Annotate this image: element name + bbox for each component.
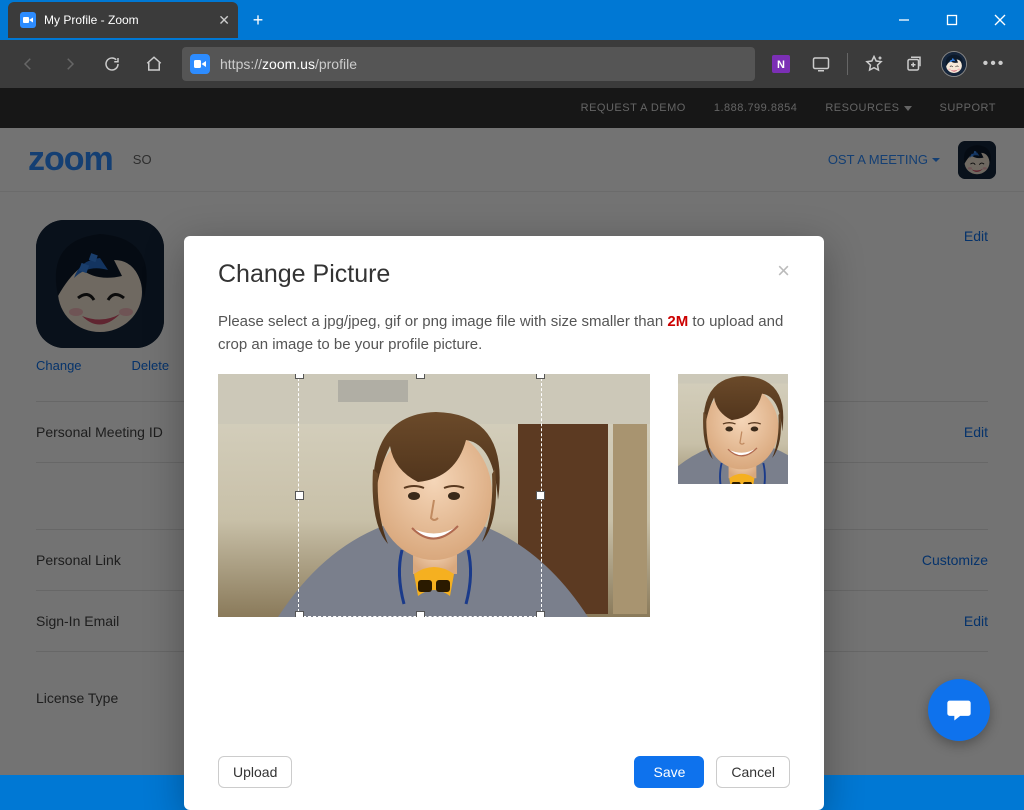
url-scheme: https:// [220, 56, 262, 72]
collections-icon[interactable] [896, 46, 932, 82]
crop-handle-n[interactable] [416, 374, 425, 379]
crop-handle-ne[interactable] [536, 374, 545, 379]
refresh-button[interactable] [92, 44, 132, 84]
media-cast-icon[interactable] [803, 46, 839, 82]
close-tab-icon[interactable]: ✕ [218, 12, 230, 29]
change-picture-modal: Change Picture × Please select a jpg/jpe… [184, 236, 824, 810]
maximize-button[interactable] [928, 0, 976, 40]
chat-bubble-button[interactable] [928, 679, 990, 741]
url-text: https://zoom.us/profile [220, 56, 357, 72]
crop-handle-sw[interactable] [295, 611, 304, 617]
svg-text:N: N [777, 59, 785, 71]
modal-title: Change Picture [218, 260, 390, 289]
url-domain: zoom.us [262, 56, 315, 72]
forward-button[interactable] [50, 44, 90, 84]
profile-avatar-icon[interactable] [936, 46, 972, 82]
crop-handle-se[interactable] [536, 611, 545, 617]
modal-header: Change Picture × [184, 236, 824, 299]
desc-part1: Please select a jpg/jpeg, gif or png ima… [218, 313, 667, 330]
crop-selection[interactable] [298, 374, 542, 617]
window-controls [880, 0, 1024, 40]
site-favicon-icon [190, 54, 210, 74]
onenote-extension-icon[interactable]: N [763, 46, 799, 82]
zoom-favicon-icon [20, 12, 36, 28]
favorites-icon[interactable] [856, 46, 892, 82]
image-crop-row [218, 374, 790, 617]
size-limit: 2M [667, 313, 688, 330]
minimize-button[interactable] [880, 0, 928, 40]
modal-description: Please select a jpg/jpeg, gif or png ima… [218, 311, 790, 356]
browser-navbar: https://zoom.us/profile N ••• [0, 40, 1024, 88]
more-menu-button[interactable]: ••• [976, 46, 1012, 82]
modal-body: Please select a jpg/jpeg, gif or png ima… [184, 299, 824, 738]
upload-button[interactable]: Upload [218, 756, 292, 788]
url-path: /profile [315, 56, 357, 72]
modal-close-button[interactable]: × [777, 260, 790, 282]
close-window-button[interactable] [976, 0, 1024, 40]
toolbar-right: N ••• [763, 46, 1016, 82]
modal-footer: Upload Save Cancel [184, 738, 824, 810]
cancel-button[interactable]: Cancel [716, 756, 790, 788]
crop-handle-nw[interactable] [295, 374, 304, 379]
browser-tab[interactable]: My Profile - Zoom ✕ [8, 2, 238, 38]
new-tab-button[interactable]: + [244, 6, 272, 34]
tab-title: My Profile - Zoom [44, 13, 139, 27]
toolbar-separator [847, 53, 848, 75]
back-button[interactable] [8, 44, 48, 84]
page-viewport: REQUEST A DEMO 1.888.799.8854 RESOURCES … [0, 88, 1024, 775]
crop-preview [678, 374, 788, 484]
home-button[interactable] [134, 44, 174, 84]
crop-canvas[interactable] [218, 374, 650, 617]
crop-handle-w[interactable] [295, 491, 304, 500]
address-bar[interactable]: https://zoom.us/profile [182, 47, 755, 81]
save-button[interactable]: Save [634, 756, 704, 788]
crop-handle-s[interactable] [416, 611, 425, 617]
crop-handle-e[interactable] [536, 491, 545, 500]
browser-titlebar: My Profile - Zoom ✕ + [0, 0, 1024, 40]
